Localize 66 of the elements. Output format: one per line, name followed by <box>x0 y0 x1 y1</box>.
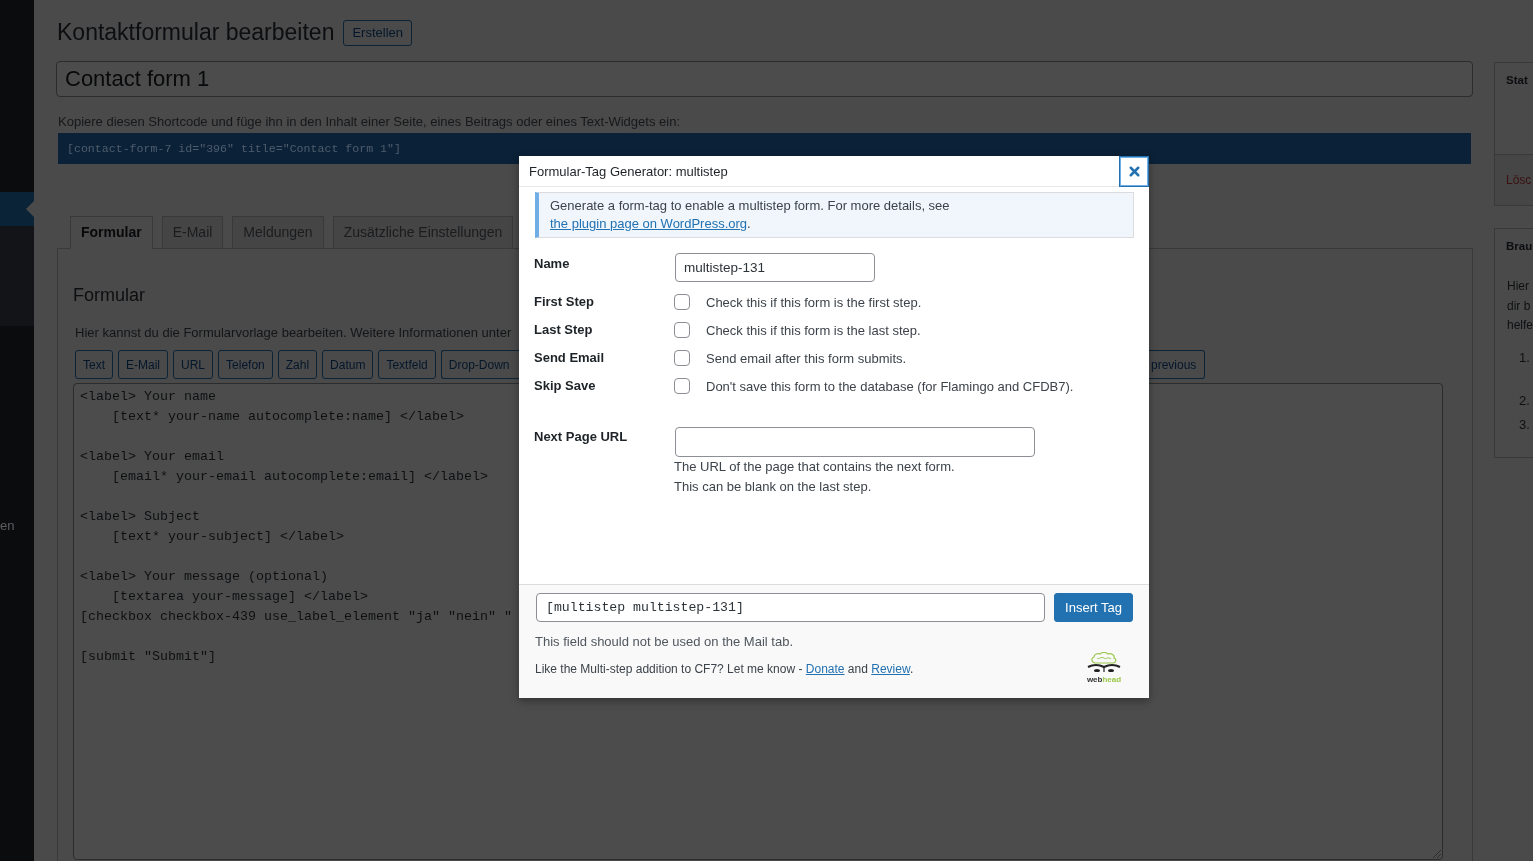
url-input[interactable] <box>675 427 1035 457</box>
help-text: Hier <box>1507 278 1529 295</box>
info-notice: Generate a form-tag to enable a multistep form. For more details, see the plugin page on WordPress.org. <box>535 192 1134 238</box>
checkbox[interactable] <box>674 378 690 394</box>
field-label: First Step <box>534 294 594 310</box>
menu-item[interactable]: en <box>0 508 34 542</box>
title-input[interactable]: Contact form 1 <box>56 61 1473 97</box>
tag-button[interactable]: Zahl <box>277 350 318 379</box>
code-line: <label> Your name <box>80 388 216 406</box>
field-help-text: This can be blank on the last step. <box>674 478 872 496</box>
checkbox[interactable] <box>674 322 690 338</box>
credit-text: Like the Multi-step addition to CF7? Let me know - Donate and Review. <box>535 661 914 676</box>
field-label: Skip Save <box>534 378 596 394</box>
brain-face-logo-icon <box>1085 652 1123 674</box>
insert-tag-button[interactable]: Insert Tag <box>1054 593 1133 622</box>
review-link[interactable]: Review <box>871 661 910 676</box>
code-line: [textarea your-message] </label> <box>111 588 368 606</box>
add-new-button[interactable]: Erstellen <box>343 19 412 46</box>
option-description: Check this if this form is the last step. <box>706 322 921 338</box>
tag-button[interactable]: Text <box>75 350 113 379</box>
name-input[interactable]: multistep-131 <box>675 253 875 282</box>
list-number: 2. <box>1519 392 1530 408</box>
code-line: <label> Your email <box>80 448 224 466</box>
tag-button[interactable]: previous <box>1149 350 1206 379</box>
help-text: helfe <box>1507 317 1533 334</box>
tag-button[interactable]: Textfeld <box>378 350 436 379</box>
box-heading: Stat <box>1505 73 1528 88</box>
field-label: Last Step <box>534 322 593 338</box>
menu-item[interactable] <box>0 192 34 226</box>
donate-link[interactable]: Donate <box>805 661 845 676</box>
checkbox[interactable] <box>674 350 690 366</box>
code-line: [text* your-subject] </label> <box>111 528 344 546</box>
box-heading: Brau <box>1505 239 1533 254</box>
tag-button[interactable]: Telefon <box>218 350 273 379</box>
code-line: [email* your-email autocomplete:email] </label> <box>111 468 488 486</box>
option-description: Check this if this form is the first step. <box>706 294 922 310</box>
option-description: Send email after this form submits. <box>706 350 907 366</box>
resize-grip-icon[interactable] <box>1432 849 1441 858</box>
field-label: Name <box>534 255 570 272</box>
menu-arrow-icon <box>26 201 34 217</box>
tag-button[interactable]: URL <box>173 350 214 379</box>
field-label: Send Email <box>534 350 605 366</box>
tab[interactable]: Formular <box>70 216 153 249</box>
tag-button[interactable]: E-Mail <box>118 350 169 379</box>
code-line: [text* your-name autocomplete:name] </label> <box>111 408 464 426</box>
tag-button[interactable]: Drop-Down <box>440 350 519 379</box>
close-button[interactable] <box>1119 156 1149 187</box>
list-number: 3. <box>1519 416 1530 432</box>
code-line: <label> Subject <box>80 508 200 526</box>
code-line: <label> Your message (optional) <box>80 568 328 586</box>
list-number: 1. <box>1519 349 1530 365</box>
plugin-page-link[interactable]: the plugin page on WordPress.org <box>550 216 748 231</box>
help-text: dir b <box>1507 297 1531 315</box>
field-help-text: The URL of the page that contains the next form. <box>674 458 955 476</box>
logo-text: webhead <box>1086 674 1122 685</box>
panel-heading: Formular <box>73 285 145 305</box>
checkbox[interactable] <box>674 294 690 310</box>
code-line: [submit "Submit"] <box>80 648 216 666</box>
dialog-title: Formular-Tag Generator: multistep <box>528 163 728 179</box>
mail-note: This field should not be used on the Mail tab. <box>535 634 793 650</box>
field-label: Next Page URL <box>534 428 628 445</box>
page-title: Kontaktformular bearbeiten <box>56 19 335 46</box>
option-description: Don't save this form to the database (for Flamingo and CFDB7). <box>706 378 1074 394</box>
code-line: [checkbox checkbox-439 use_label_element "ja" "nein" " <box>80 608 512 626</box>
tag-output-field[interactable]: [multistep multistep-131] <box>536 593 1045 622</box>
tag-button[interactable]: Datum <box>322 350 374 379</box>
